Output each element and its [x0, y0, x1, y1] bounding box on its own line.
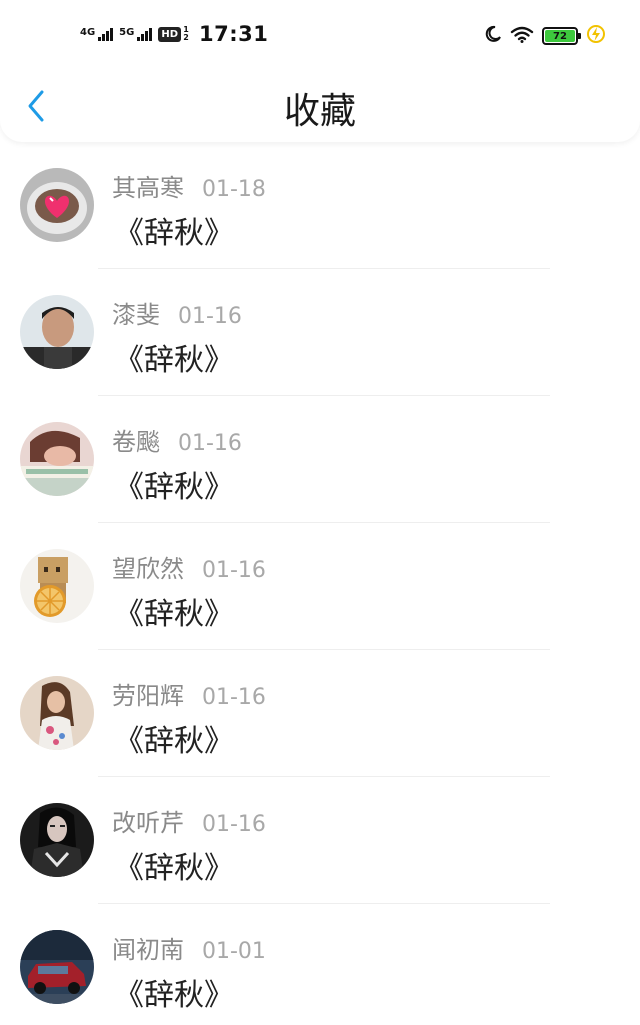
avatar[interactable]: [20, 549, 94, 623]
item-title[interactable]: 《辞秋》: [114, 335, 234, 379]
list-item[interactable]: 改听芹 01-16 《辞秋》: [0, 777, 640, 904]
list-item[interactable]: 闻初南 01-01 《辞秋》: [0, 904, 640, 1025]
item-title[interactable]: 《辞秋》: [114, 589, 234, 633]
wifi-icon: [510, 25, 534, 47]
user-name[interactable]: 卷飈: [112, 422, 160, 457]
cellular-signal-icon: 4G: [80, 26, 114, 41]
name-line: 卷飈 01-16: [112, 422, 242, 457]
user-name[interactable]: 望欣然: [112, 549, 184, 584]
avatar[interactable]: [20, 422, 94, 496]
nav-bar: 收藏: [0, 70, 640, 142]
signal-5g-label: 5G: [119, 26, 135, 38]
user-name[interactable]: 漆斐: [112, 295, 160, 330]
item-date: 01-16: [178, 431, 242, 456]
item-date: 01-16: [202, 812, 266, 837]
item-title[interactable]: 《辞秋》: [114, 462, 234, 506]
item-date: 01-16: [178, 304, 242, 329]
name-line: 闻初南 01-01: [112, 930, 266, 965]
charging-icon: [586, 24, 606, 48]
list-item[interactable]: 其高寒 01-18 《辞秋》: [0, 142, 640, 269]
avatar[interactable]: [20, 930, 94, 1004]
list-item[interactable]: 望欣然 01-16 《辞秋》: [0, 523, 640, 650]
item-date: 01-18: [202, 177, 266, 202]
user-name[interactable]: 闻初南: [112, 930, 184, 965]
page-title: 收藏: [283, 91, 356, 132]
name-line: 劳阳辉 01-16: [112, 676, 266, 711]
status-bar: 4G 5G HD 1 2 17:31 72: [0, 0, 640, 70]
user-name[interactable]: 劳阳辉: [112, 676, 184, 711]
user-name[interactable]: 改听芹: [112, 803, 184, 838]
item-title[interactable]: 《辞秋》: [114, 716, 234, 760]
name-line: 漆斐 01-16: [112, 295, 242, 330]
avatar[interactable]: [20, 676, 94, 750]
list-item[interactable]: 漆斐 01-16 《辞秋》: [0, 269, 640, 396]
status-right: 72: [484, 24, 606, 48]
avatar[interactable]: [20, 168, 94, 242]
favorites-list: 其高寒 01-18 《辞秋》 漆斐 01-16 《辞秋》 卷飈 01-16 《辞…: [0, 142, 640, 1025]
list-item[interactable]: 卷飈 01-16 《辞秋》: [0, 396, 640, 523]
cellular-signal-icon: 5G: [119, 26, 153, 41]
moon-icon: [484, 25, 502, 47]
name-line: 望欣然 01-16: [112, 549, 266, 584]
battery-level: 72: [545, 30, 575, 42]
name-line: 其高寒 01-18: [112, 168, 266, 203]
item-date: 01-16: [202, 558, 266, 583]
item-date: 01-16: [202, 685, 266, 710]
list-item[interactable]: 劳阳辉 01-16 《辞秋》: [0, 650, 640, 777]
hd-sim-label: 1 2: [183, 25, 189, 42]
avatar[interactable]: [20, 803, 94, 877]
battery-icon: 72: [542, 27, 581, 45]
name-line: 改听芹 01-16: [112, 803, 266, 838]
signal-4g-label: 4G: [80, 26, 96, 38]
clock: 17:31: [199, 22, 269, 46]
header: 4G 5G HD 1 2 17:31 72 收藏: [0, 0, 640, 142]
item-title[interactable]: 《辞秋》: [114, 970, 234, 1014]
avatar[interactable]: [20, 295, 94, 369]
status-left: 4G 5G HD 1 2 17:31: [80, 22, 268, 46]
hd-voice-icon: HD: [158, 26, 182, 42]
item-title[interactable]: 《辞秋》: [114, 208, 234, 252]
item-date: 01-01: [202, 939, 266, 964]
user-name[interactable]: 其高寒: [112, 168, 184, 203]
item-title[interactable]: 《辞秋》: [114, 843, 234, 887]
